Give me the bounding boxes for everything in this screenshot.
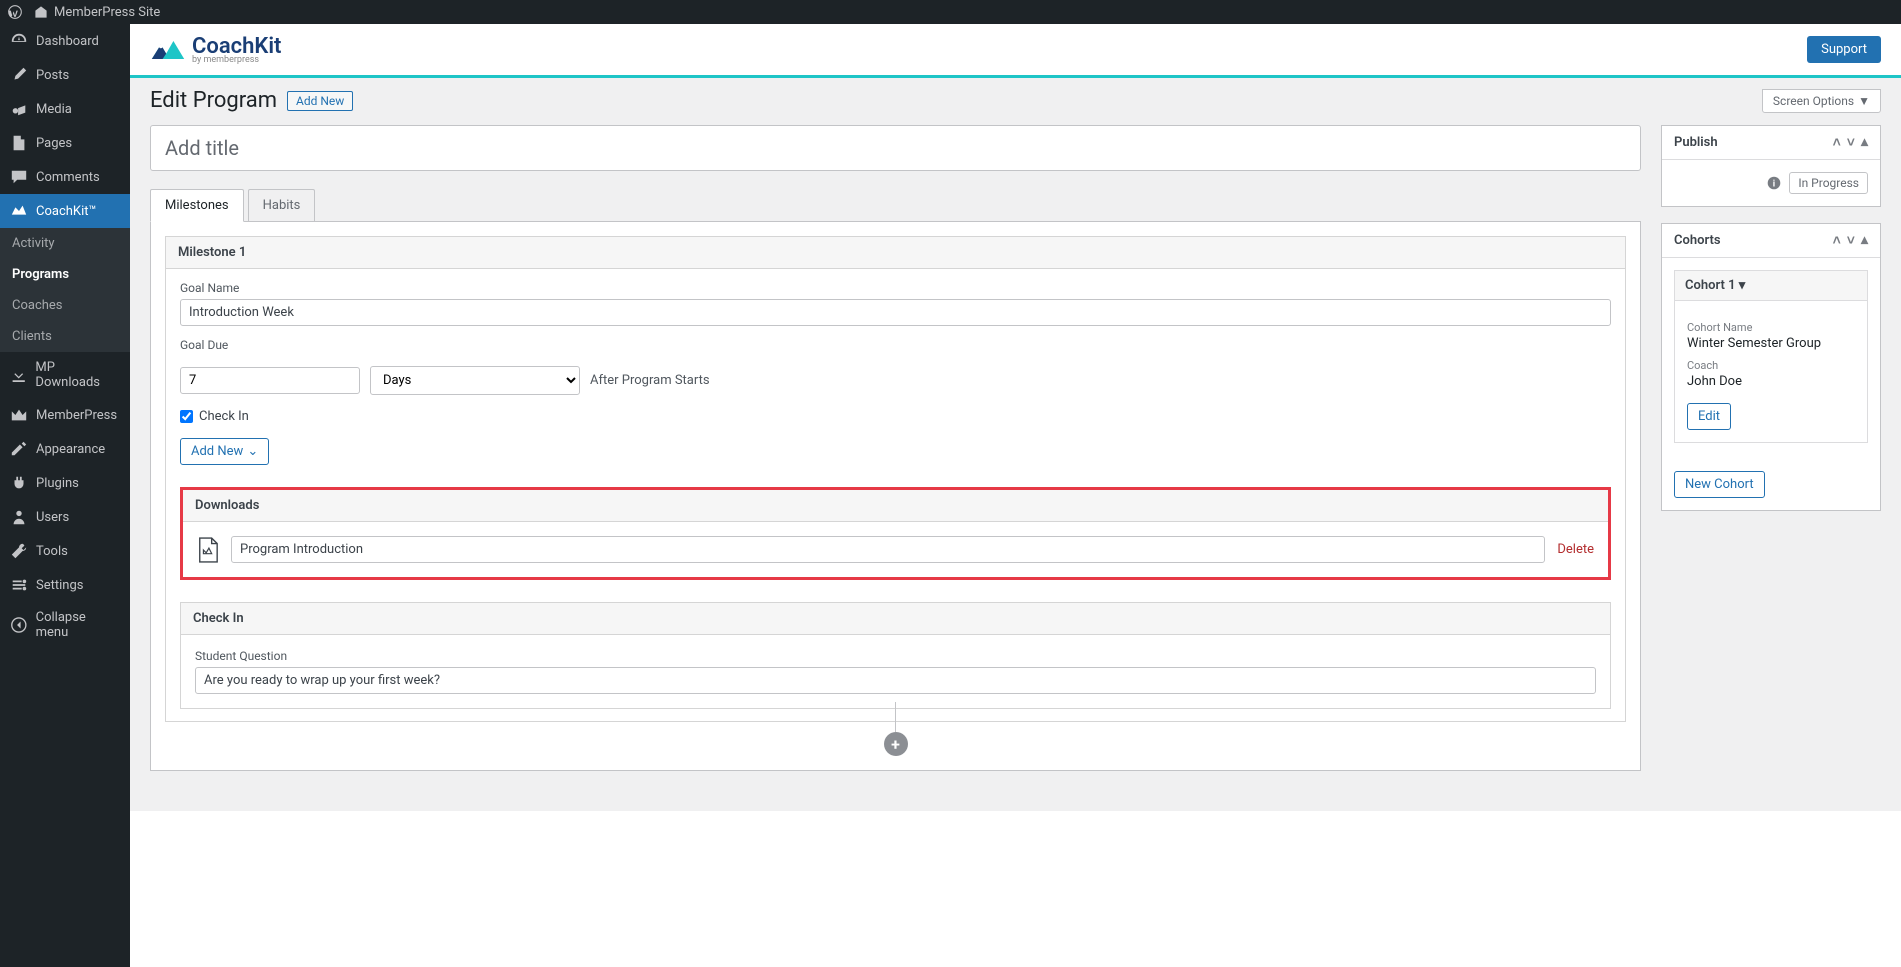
sidebar-sub: Activity Programs Coaches Clients — [0, 228, 130, 352]
sidebar-item-appearance[interactable]: Appearance — [0, 432, 130, 466]
sidebar-sub-clients[interactable]: Clients — [0, 321, 130, 352]
support-button[interactable]: Support — [1807, 36, 1881, 63]
info-icon: i — [1767, 176, 1781, 190]
check-in-checkbox[interactable] — [180, 410, 193, 423]
sidebar-item-coachkit[interactable]: CoachKit™ — [0, 194, 130, 228]
sidebar-item-settings[interactable]: Settings — [0, 568, 130, 602]
add-new-program-button[interactable]: Add New — [287, 91, 353, 111]
downloads-header: Downloads — [183, 490, 1608, 522]
cohort-name-value: Winter Semester Group — [1687, 336, 1855, 351]
tabs: Milestones Habits — [150, 189, 1641, 222]
download-file-input[interactable] — [231, 536, 1545, 563]
checkin-block: Check In Student Question — [180, 602, 1611, 709]
check-in-label: Check In — [199, 409, 249, 424]
edit-cohort-button[interactable]: Edit — [1687, 403, 1731, 430]
panel-toggle-icon[interactable]: ▴ — [1861, 134, 1868, 151]
sidebar-sub-coaches[interactable]: Coaches — [0, 290, 130, 321]
screen-options-toggle[interactable]: Screen Options ▼ — [1762, 89, 1881, 113]
goal-due-unit-select[interactable]: Days — [370, 366, 580, 395]
content-area: CoachKit by memberpress Support Edit Pro… — [130, 24, 1901, 967]
cohorts-panel: Cohorts ˄ ˅ ▴ Cohort 1 ▾ Coho — [1661, 223, 1881, 511]
admin-sidebar: Dashboard Posts Media Pages Comments Coa… — [0, 24, 130, 967]
sidebar-item-comments[interactable]: Comments — [0, 160, 130, 194]
panel-toggle-icon[interactable]: ▴ — [1861, 232, 1868, 249]
status-badge: In Progress — [1789, 172, 1868, 194]
tab-milestones[interactable]: Milestones — [150, 189, 244, 222]
publish-title: Publish — [1674, 135, 1718, 150]
milestones-panel: Milestone 1 Goal Name Goal Due — [150, 222, 1641, 771]
sidebar-item-media[interactable]: Media — [0, 92, 130, 126]
new-cohort-button[interactable]: New Cohort — [1674, 471, 1765, 498]
panel-down-icon[interactable]: ˅ — [1847, 134, 1855, 151]
sidebar-sub-activity[interactable]: Activity — [0, 228, 130, 259]
cohorts-title: Cohorts — [1674, 233, 1721, 248]
sidebar-item-plugins[interactable]: Plugins — [0, 466, 130, 500]
site-name: MemberPress Site — [54, 5, 160, 20]
add-milestone-button[interactable]: + — [884, 732, 908, 756]
coachkit-header: CoachKit by memberpress Support — [130, 24, 1901, 78]
wp-logo-icon[interactable] — [8, 5, 22, 19]
chevron-down-icon: ▼ — [1858, 94, 1870, 108]
sidebar-item-memberpress[interactable]: MemberPress — [0, 398, 130, 432]
downloads-block: Downloads — [180, 487, 1611, 580]
sidebar-item-users[interactable]: Users — [0, 500, 130, 534]
program-title-input[interactable] — [150, 125, 1641, 171]
sidebar-sub-programs[interactable]: Programs — [0, 259, 130, 290]
milestone-header: Milestone 1 — [166, 237, 1625, 269]
goal-due-number-input[interactable] — [180, 367, 360, 394]
add-new-milestone-button[interactable]: Add New ⌄ — [180, 438, 269, 465]
panel-up-icon[interactable]: ˄ — [1833, 232, 1841, 249]
checkin-header: Check In — [181, 603, 1610, 635]
sidebar-item-tools[interactable]: Tools — [0, 534, 130, 568]
page-title: Edit Program — [150, 88, 277, 113]
sidebar-item-posts[interactable]: Posts — [0, 58, 130, 92]
panel-up-icon[interactable]: ˄ — [1833, 134, 1841, 151]
sidebar-item-mp-downloads[interactable]: MP Downloads — [0, 352, 130, 398]
sidebar-item-collapse[interactable]: Collapse menu — [0, 602, 130, 648]
coachkit-logo: CoachKit by memberpress — [150, 34, 281, 65]
svg-text:i: i — [1773, 180, 1775, 190]
student-question-label: Student Question — [195, 649, 1596, 663]
coach-label: Coach — [1687, 359, 1855, 372]
goal-due-label: Goal Due — [180, 338, 1611, 352]
delete-download-link[interactable]: Delete — [1557, 542, 1594, 557]
chevron-down-icon: ⌄ — [247, 444, 258, 459]
admin-bar: MemberPress Site — [0, 0, 1901, 24]
after-program-text: After Program Starts — [590, 373, 710, 388]
milestone-1-box: Milestone 1 Goal Name Goal Due — [165, 236, 1626, 722]
tab-habits[interactable]: Habits — [248, 189, 316, 221]
site-link[interactable]: MemberPress Site — [34, 5, 172, 20]
publish-panel: Publish ˄ ˅ ▴ i — [1661, 125, 1881, 207]
cohort-1-box: Cohort 1 ▾ Cohort Name Winter Semester G… — [1674, 270, 1868, 443]
goal-name-label: Goal Name — [180, 281, 1611, 295]
student-question-input[interactable] — [195, 667, 1596, 694]
pdf-file-icon — [197, 537, 219, 563]
cohort-1-toggle[interactable]: Cohort 1 ▾ — [1675, 271, 1867, 301]
goal-name-input[interactable] — [180, 299, 1611, 326]
sidebar-item-pages[interactable]: Pages — [0, 126, 130, 160]
sidebar-item-dashboard[interactable]: Dashboard — [0, 24, 130, 58]
panel-down-icon[interactable]: ˅ — [1847, 232, 1855, 249]
cohort-name-label: Cohort Name — [1687, 321, 1855, 334]
coach-value: John Doe — [1687, 374, 1855, 389]
